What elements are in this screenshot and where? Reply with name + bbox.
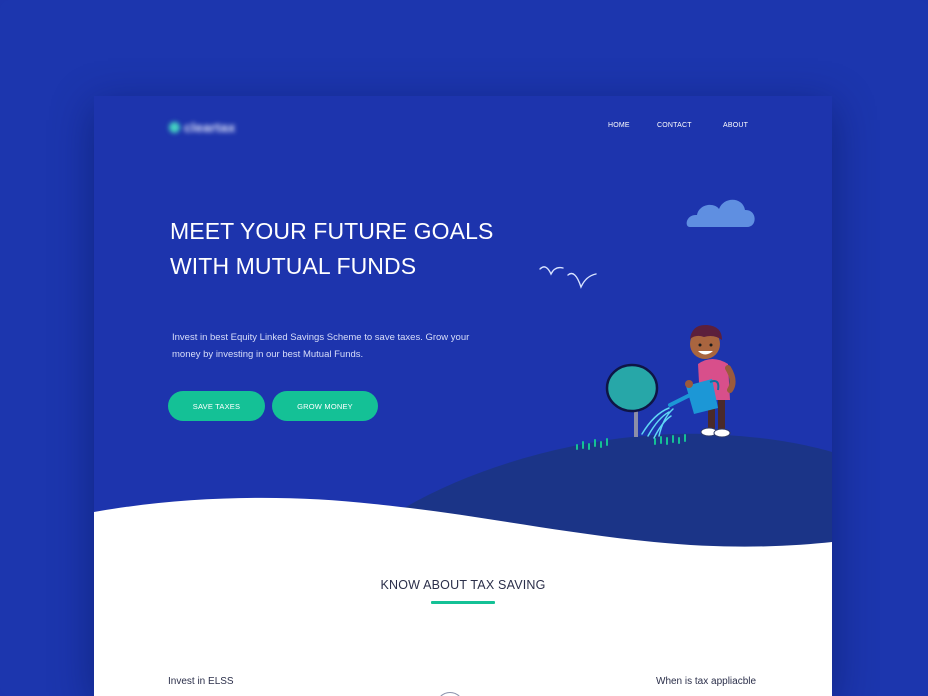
- headline-line-1: MEET YOUR FUTURE GOALS: [170, 218, 494, 244]
- water-stream: [641, 407, 674, 439]
- child-illustration: [668, 324, 736, 438]
- cloud-icon: [686, 199, 755, 227]
- nav-item-home[interactable]: HOME: [608, 122, 630, 129]
- watering-can-icon: [668, 379, 720, 414]
- save-taxes-button[interactable]: SAVE TAXES: [168, 391, 265, 421]
- section-title-underline: [431, 601, 495, 604]
- section-title: KNOW ABOUT TAX SAVING: [380, 578, 546, 592]
- nav-item-about[interactable]: ABOUT: [723, 122, 748, 129]
- section-left-heading: Invest in ELSS: [168, 676, 234, 687]
- nav-item-contact[interactable]: CONTACT: [657, 122, 692, 129]
- birds-icon: [539, 266, 597, 289]
- headline-line-2: WITH MUTUAL FUNDS: [170, 253, 417, 279]
- top-nav: HOME CONTACT ABOUT: [94, 122, 832, 136]
- landing-page: cleartax HOME CONTACT ABOUT MEET YOUR FU…: [94, 96, 832, 696]
- grow-money-button[interactable]: GROW MONEY: [272, 391, 378, 421]
- tree-icon: [605, 363, 659, 437]
- section-right-heading: When is tax appliacble: [656, 676, 757, 687]
- hero-description: Invest in best Equity Linked Savings Sch…: [172, 332, 470, 360]
- hero-headline: MEET YOUR FUTURE GOALS WITH MUTUAL FUNDS: [170, 214, 530, 284]
